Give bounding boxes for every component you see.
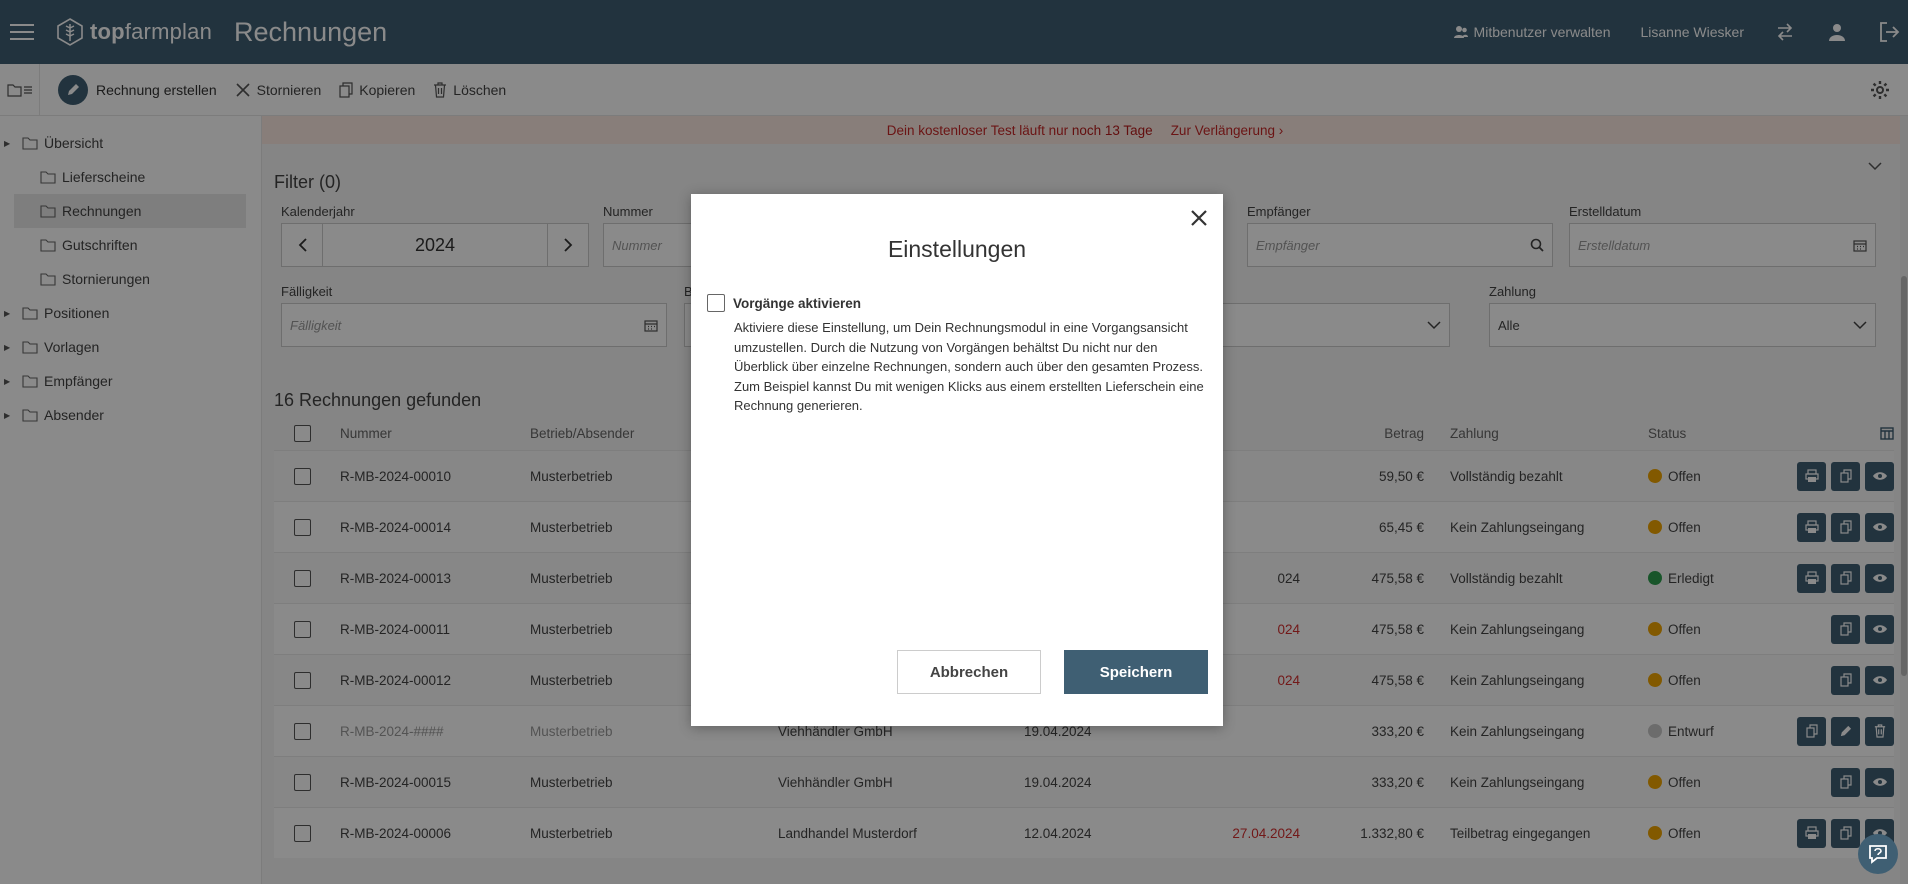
close-icon[interactable] bbox=[1187, 206, 1211, 230]
save-button[interactable]: Speichern bbox=[1064, 650, 1208, 694]
enable-processes-description: Aktiviere diese Einstellung, um Dein Rec… bbox=[734, 320, 1204, 413]
dialog-title: Einstellungen bbox=[887, 236, 1027, 262]
enable-processes-checkbox[interactable] bbox=[707, 294, 725, 312]
help-chat-icon[interactable] bbox=[1858, 834, 1898, 874]
cancel-button[interactable]: Abbrechen bbox=[897, 650, 1041, 694]
enable-processes-option[interactable]: Vorgänge aktivieren bbox=[707, 294, 861, 312]
settings-dialog: Einstellungen Vorgänge aktivieren Aktivi… bbox=[691, 194, 1223, 726]
enable-processes-label[interactable]: Vorgänge aktivieren bbox=[733, 296, 861, 311]
